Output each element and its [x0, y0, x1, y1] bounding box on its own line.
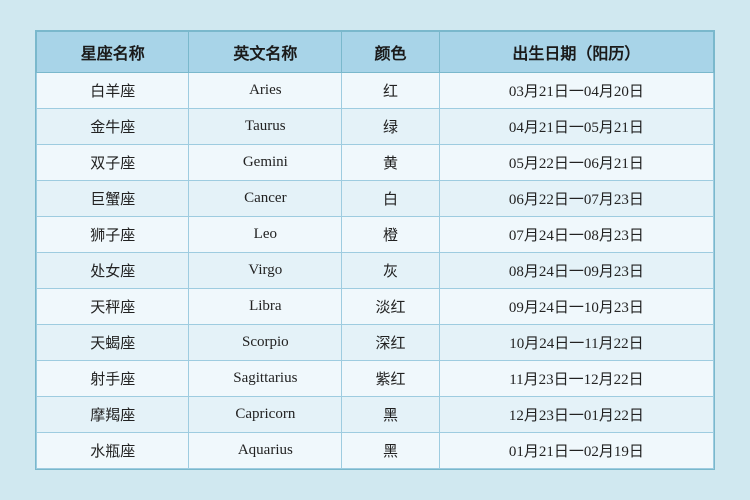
table-cell: 03月21日一04月20日	[439, 73, 713, 109]
table-row: 天秤座Libra淡红09月24日一10月23日	[37, 289, 714, 325]
table-row: 双子座Gemini黄05月22日一06月21日	[37, 145, 714, 181]
table-cell: 淡红	[342, 289, 440, 325]
table-row: 巨蟹座Cancer白06月22日一07月23日	[37, 181, 714, 217]
table-row: 水瓶座Aquarius黑01月21日一02月19日	[37, 433, 714, 469]
table-row: 白羊座Aries红03月21日一04月20日	[37, 73, 714, 109]
table-cell: Gemini	[189, 145, 342, 181]
table-cell: 12月23日一01月22日	[439, 397, 713, 433]
table-cell: 狮子座	[37, 217, 189, 253]
table-cell: 巨蟹座	[37, 181, 189, 217]
table-cell: Aries	[189, 73, 342, 109]
table-row: 天蝎座Scorpio深红10月24日一11月22日	[37, 325, 714, 361]
table-cell: Leo	[189, 217, 342, 253]
table-header-cell: 颜色	[342, 32, 440, 73]
table-header-cell: 出生日期（阳历）	[439, 32, 713, 73]
table-body: 白羊座Aries红03月21日一04月20日金牛座Taurus绿04月21日一0…	[37, 73, 714, 469]
table-cell: 红	[342, 73, 440, 109]
table-cell: 处女座	[37, 253, 189, 289]
table-row: 处女座Virgo灰08月24日一09月23日	[37, 253, 714, 289]
zodiac-table: 星座名称英文名称颜色出生日期（阳历） 白羊座Aries红03月21日一04月20…	[36, 31, 714, 469]
table-cell: 金牛座	[37, 109, 189, 145]
table-cell: Cancer	[189, 181, 342, 217]
table-row: 金牛座Taurus绿04月21日一05月21日	[37, 109, 714, 145]
table-cell: 白羊座	[37, 73, 189, 109]
table-cell: 08月24日一09月23日	[439, 253, 713, 289]
table-cell: 黑	[342, 397, 440, 433]
table-cell: 黄	[342, 145, 440, 181]
table-cell: Taurus	[189, 109, 342, 145]
table-cell: 天蝎座	[37, 325, 189, 361]
table-cell: 黑	[342, 433, 440, 469]
table-cell: 04月21日一05月21日	[439, 109, 713, 145]
table-cell: 05月22日一06月21日	[439, 145, 713, 181]
table-cell: 07月24日一08月23日	[439, 217, 713, 253]
table-cell: 01月21日一02月19日	[439, 433, 713, 469]
table-cell: Sagittarius	[189, 361, 342, 397]
table-cell: 11月23日一12月22日	[439, 361, 713, 397]
table-cell: 灰	[342, 253, 440, 289]
table-cell: 摩羯座	[37, 397, 189, 433]
table-header-row: 星座名称英文名称颜色出生日期（阳历）	[37, 32, 714, 73]
table-cell: 绿	[342, 109, 440, 145]
zodiac-table-container: 星座名称英文名称颜色出生日期（阳历） 白羊座Aries红03月21日一04月20…	[35, 30, 715, 470]
table-cell: 紫红	[342, 361, 440, 397]
table-cell: Capricorn	[189, 397, 342, 433]
table-cell: 橙	[342, 217, 440, 253]
table-cell: Libra	[189, 289, 342, 325]
table-cell: 白	[342, 181, 440, 217]
table-cell: 深红	[342, 325, 440, 361]
table-cell: Scorpio	[189, 325, 342, 361]
table-cell: 09月24日一10月23日	[439, 289, 713, 325]
table-cell: 天秤座	[37, 289, 189, 325]
table-cell: 射手座	[37, 361, 189, 397]
table-row: 摩羯座Capricorn黑12月23日一01月22日	[37, 397, 714, 433]
table-cell: Virgo	[189, 253, 342, 289]
table-cell: 10月24日一11月22日	[439, 325, 713, 361]
table-row: 狮子座Leo橙07月24日一08月23日	[37, 217, 714, 253]
table-header-cell: 星座名称	[37, 32, 189, 73]
table-cell: Aquarius	[189, 433, 342, 469]
table-cell: 双子座	[37, 145, 189, 181]
table-cell: 06月22日一07月23日	[439, 181, 713, 217]
table-row: 射手座Sagittarius紫红11月23日一12月22日	[37, 361, 714, 397]
table-cell: 水瓶座	[37, 433, 189, 469]
table-header-cell: 英文名称	[189, 32, 342, 73]
